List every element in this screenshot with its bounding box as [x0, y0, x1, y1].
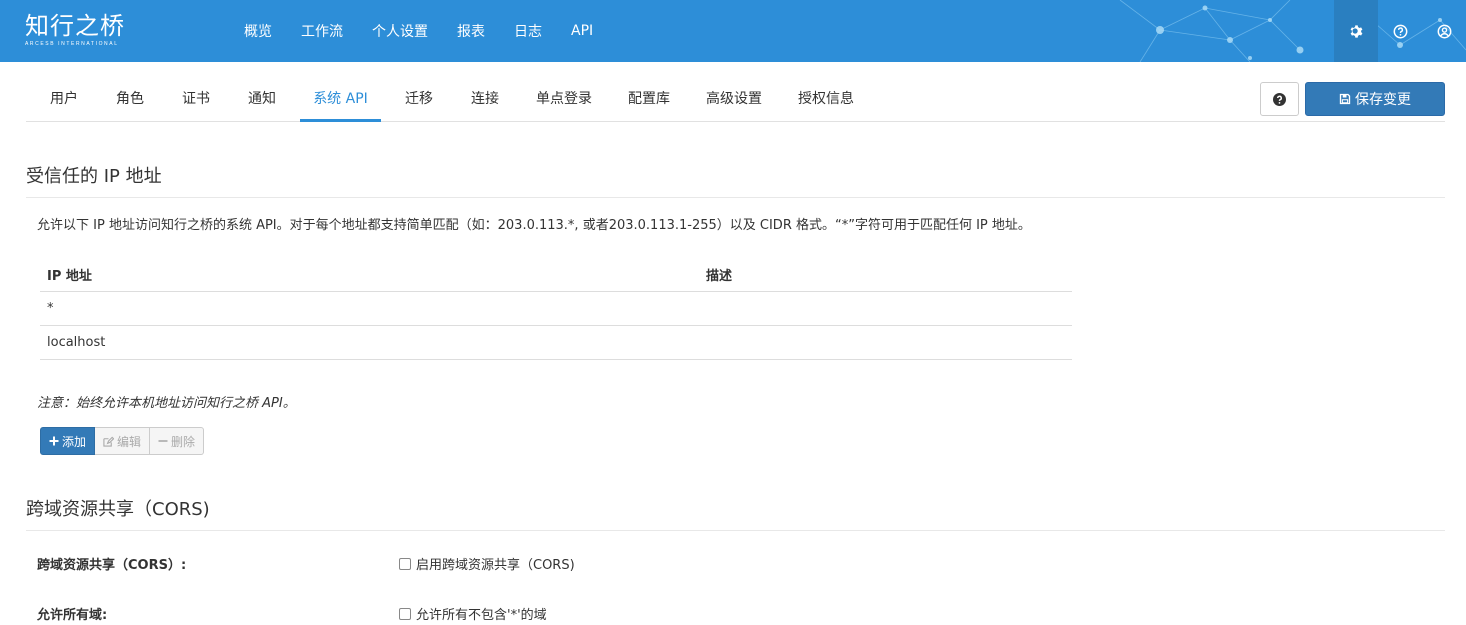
help-button[interactable] [1378, 0, 1422, 62]
ip-cell: localhost [40, 325, 699, 360]
ip-action-buttons: 添加 编辑 删除 [40, 427, 205, 455]
user-icon [1437, 24, 1451, 38]
trusted-ip-description: 允许以下 IP 地址访问知行之桥的系统 API。对于每个地址都支持简单匹配（如：… [37, 218, 1031, 233]
nav-profile[interactable]: 个人设置 [372, 21, 428, 41]
edit-icon [103, 436, 115, 447]
cors-enable-label: 跨域资源共享（CORS）: [37, 558, 187, 573]
question-circle-icon [1273, 92, 1286, 106]
user-button[interactable] [1422, 0, 1466, 62]
edit-button-label: 编辑 [117, 434, 142, 449]
main-nav: 概览 工作流 个人设置 报表 日志 API [244, 0, 622, 62]
allow-all-domains-checkbox[interactable] [399, 607, 411, 620]
ip-cell: * [40, 291, 699, 326]
minus-icon [158, 440, 168, 442]
nav-reports[interactable]: 报表 [457, 21, 485, 41]
brand-subtitle: ARCESB INTERNATIONAL [25, 41, 119, 47]
trusted-ip-note: 注意：始终允许本机地址访问知行之桥 API。 [37, 396, 296, 411]
delete-ip-button[interactable]: 删除 [150, 427, 205, 455]
cors-enable-check[interactable]: 启用跨域资源共享（CORS) [399, 554, 575, 573]
description-cell [699, 291, 1072, 326]
brand-name: 知行之桥 [25, 12, 125, 40]
save-button-label: 保存变更 [1355, 92, 1411, 108]
column-header-description: 描述 [699, 258, 1072, 292]
tab-roles[interactable]: 角色 [105, 62, 155, 122]
description-cell [699, 325, 1072, 360]
cors-enable-checkbox-label[interactable]: 启用跨域资源共享（CORS) [416, 554, 575, 573]
settings-tabs: 用户 角色 证书 通知 系统 API 迁移 连接 单点登录 配置库 高级设置 授… [26, 62, 1445, 122]
add-button-label: 添加 [62, 434, 87, 449]
cors-title: 跨域资源共享（CORS) [26, 495, 1445, 531]
brand-logo[interactable]: 知行之桥 ARCESB INTERNATIONAL [25, 12, 125, 48]
cors-enable-checkbox[interactable] [399, 557, 411, 570]
plus-icon [49, 436, 59, 446]
nav-workflow[interactable]: 工作流 [301, 21, 343, 41]
page-help-button[interactable] [1260, 82, 1299, 116]
trusted-ip-title: 受信任的 IP 地址 [26, 162, 1445, 198]
add-ip-button[interactable]: 添加 [40, 427, 96, 455]
tab-config-repo[interactable]: 配置库 [624, 62, 674, 122]
delete-button-label: 删除 [171, 434, 196, 449]
save-button[interactable]: 保存变更 [1305, 82, 1445, 116]
help-icon [1393, 24, 1407, 38]
table-row[interactable]: localhost [40, 325, 1072, 360]
top-navbar: 知行之桥 ARCESB INTERNATIONAL 概览 工作流 个人设置 报表… [0, 0, 1466, 62]
tab-license[interactable]: 授权信息 [794, 62, 858, 122]
column-header-ip: IP 地址 [40, 258, 699, 292]
gear-icon [1350, 24, 1362, 38]
table-header-row: IP 地址 描述 [40, 258, 1072, 292]
allow-all-domains-check[interactable]: 允许所有不包含'*'的域 [399, 604, 547, 623]
tab-sso[interactable]: 单点登录 [532, 62, 596, 122]
trusted-ip-table: IP 地址 描述 * localhost [40, 258, 1072, 360]
top-icon-group [1334, 0, 1466, 62]
nav-api[interactable]: API [571, 23, 593, 39]
allow-all-domains-checkbox-label[interactable]: 允许所有不包含'*'的域 [416, 604, 547, 623]
floppy-disk-icon [1339, 93, 1351, 105]
settings-button[interactable] [1334, 0, 1378, 62]
tab-certificates[interactable]: 证书 [171, 62, 221, 122]
tab-system-api[interactable]: 系统 API [300, 62, 381, 122]
tab-users[interactable]: 用户 [39, 62, 89, 122]
nav-logs[interactable]: 日志 [514, 21, 542, 41]
tab-notifications[interactable]: 通知 [237, 62, 287, 122]
network-decoration [1119, 0, 1466, 62]
tab-migration[interactable]: 迁移 [394, 62, 444, 122]
nav-overview[interactable]: 概览 [244, 21, 272, 41]
tab-advanced[interactable]: 高级设置 [702, 62, 766, 122]
tab-connections[interactable]: 连接 [460, 62, 510, 122]
edit-ip-button[interactable]: 编辑 [95, 427, 151, 455]
table-row[interactable]: * [40, 291, 1072, 326]
allow-all-domains-label: 允许所有域: [37, 608, 108, 623]
